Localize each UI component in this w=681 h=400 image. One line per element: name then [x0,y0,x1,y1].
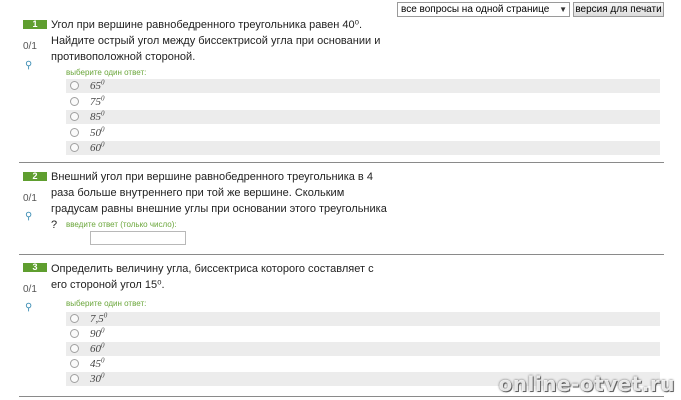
radio-button[interactable] [70,81,79,90]
answer-input[interactable] [90,231,186,245]
answer-option[interactable]: 750 [66,95,660,109]
answer-option[interactable]: 850 [66,110,660,124]
radio-button[interactable] [70,97,79,106]
radio-button[interactable] [70,128,79,137]
question-divider [19,396,664,397]
question-score: 0/1 [23,193,37,204]
answer-option[interactable]: 600 [66,342,660,356]
chevron-down-icon: ▼ [559,5,567,14]
answer-prompt: выберите один ответ: [66,68,147,77]
option-label: 500 [90,125,105,139]
question-score: 0/1 [23,284,37,295]
radio-button[interactable] [70,314,79,323]
view-mode-select-value: все вопросы на одной странице [401,4,550,15]
question-number: 3 [23,263,47,272]
radio-button[interactable] [70,359,79,368]
view-mode-select[interactable]: все вопросы на одной странице ▼ [397,2,570,17]
radio-button[interactable] [70,374,79,383]
option-label: 450 [90,356,105,370]
option-label: 650 [90,78,105,92]
flag-icon[interactable]: ⚲ [25,303,35,313]
flag-icon[interactable]: ⚲ [25,61,35,71]
radio-button[interactable] [70,143,79,152]
option-label: 300 [90,371,105,385]
flag-icon[interactable]: ⚲ [25,212,35,222]
answer-option[interactable]: 500 [66,126,660,140]
answer-prompt: введите ответ (только число): [66,220,177,229]
question-score: 0/1 [23,41,37,52]
question-number: 1 [23,20,47,29]
option-label: 600 [90,140,105,154]
option-label: 900 [90,326,105,340]
watermark: online-otvet.ru [498,372,675,396]
answer-prompt: выберите один ответ: [66,299,147,308]
answer-option[interactable]: 650 [66,79,660,93]
radio-button[interactable] [70,344,79,353]
toolbar: все вопросы на одной странице ▼ версия д… [0,2,681,18]
question-text: Определить величину угла, биссектриса ко… [51,263,374,291]
radio-button[interactable] [70,112,79,121]
option-label: 7,50 [90,311,108,325]
answer-option[interactable]: 7,50 [66,312,660,326]
option-label: 850 [90,109,105,123]
radio-button[interactable] [70,329,79,338]
question-text: Угол при вершине равнобедренного треугол… [51,19,381,63]
answer-option[interactable]: 600 [66,141,660,155]
question-number: 2 [23,172,47,181]
option-label: 750 [90,94,105,108]
question-divider [19,162,664,163]
print-version-button[interactable]: версия для печати [573,2,664,17]
answer-option[interactable]: 450 [66,357,660,371]
answer-option[interactable]: 900 [66,327,660,341]
option-label: 600 [90,341,105,355]
question-divider [19,254,664,255]
